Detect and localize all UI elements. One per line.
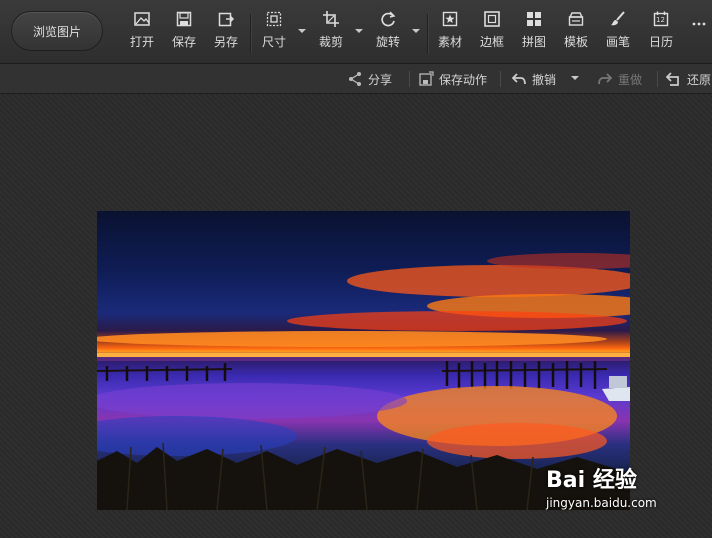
frame-label: 边框 — [479, 35, 504, 49]
brush-button[interactable]: 画笔 — [605, 10, 631, 56]
crop-label: 裁剪 — [318, 35, 343, 49]
open-label: 打开 — [129, 35, 154, 49]
material-label: 素材 — [437, 35, 462, 49]
calendar-button[interactable]: 12 日历 — [648, 10, 674, 56]
share-label: 分享 — [368, 72, 393, 87]
baidu-jingyan-watermark: Bai 经验 jingyan.baidu.com — [546, 462, 657, 510]
toolbar-divider — [427, 14, 429, 54]
watermark-url: jingyan.baidu.com — [546, 496, 657, 510]
save-action-button[interactable]: 保存动作 — [418, 70, 487, 88]
crop-dropdown-arrow[interactable] — [355, 29, 363, 33]
collage-button[interactable]: 拼图 — [521, 10, 547, 56]
open-button[interactable]: 打开 — [129, 10, 155, 56]
resize-icon — [265, 10, 283, 28]
save-as-icon — [217, 10, 235, 28]
watermark-logo: Bai 经验 — [546, 468, 637, 493]
restore-icon — [666, 72, 679, 86]
save-button[interactable]: 保存 — [171, 10, 197, 56]
rotate-label: 旋转 — [375, 35, 400, 49]
material-button[interactable]: 素材 — [437, 10, 463, 56]
redo-button[interactable]: 重做 — [597, 70, 642, 88]
image-workspace[interactable]: Bai 经验 jingyan.baidu.com — [0, 94, 712, 538]
brush-icon — [609, 10, 627, 28]
resize-dropdown-arrow[interactable] — [298, 29, 306, 33]
template-button[interactable]: 模板 — [563, 10, 589, 56]
resize-button[interactable]: 尺寸 — [261, 10, 287, 56]
collage-label: 拼图 — [521, 35, 546, 49]
action-divider — [500, 71, 501, 87]
calendar-icon: 12 — [652, 10, 670, 28]
crop-button[interactable]: 裁剪 — [318, 10, 344, 56]
template-icon — [567, 10, 585, 28]
restore-button[interactable]: 还原 — [666, 70, 711, 88]
save-action-label: 保存动作 — [439, 72, 488, 87]
frame-button[interactable]: 边框 — [479, 10, 505, 56]
undo-dropdown-arrow[interactable] — [571, 76, 579, 80]
more-dots-icon[interactable] — [692, 12, 708, 26]
save-label: 保存 — [171, 35, 196, 49]
rotate-icon — [379, 10, 397, 28]
redo-label: 重做 — [618, 72, 643, 87]
toolbar-divider — [250, 14, 252, 54]
main-toolbar: 浏览图片 打开 保存 另存 尺寸 裁剪 旋转 素材 边框 拼图 模板 画笔 12… — [0, 0, 712, 64]
action-divider — [657, 71, 658, 87]
rotate-button[interactable]: 旋转 — [375, 10, 401, 56]
template-label: 模板 — [563, 35, 588, 49]
action-divider — [409, 71, 410, 87]
save-disk-icon — [175, 10, 193, 28]
share-button[interactable]: 分享 — [347, 70, 392, 88]
save-action-icon — [419, 71, 434, 86]
frame-icon — [483, 10, 501, 28]
calendar-day-number: 12 — [656, 16, 665, 24]
restore-label: 还原 — [687, 72, 712, 87]
redo-icon — [598, 73, 613, 85]
star-material-icon — [441, 10, 459, 28]
browse-images-button[interactable]: 浏览图片 — [11, 11, 103, 51]
save-as-button[interactable]: 另存 — [213, 10, 239, 56]
rotate-dropdown-arrow[interactable] — [412, 29, 420, 33]
undo-label: 撤销 — [532, 72, 557, 87]
puzzle-grid-icon — [525, 10, 543, 28]
resize-label: 尺寸 — [261, 35, 286, 49]
action-bar: 分享 保存动作 撤销 重做 还原 — [0, 64, 712, 94]
share-icon — [349, 72, 361, 86]
crop-icon — [322, 10, 340, 28]
calendar-label: 日历 — [648, 35, 673, 49]
save-as-label: 另存 — [213, 35, 238, 49]
undo-button[interactable]: 撤销 — [511, 70, 556, 88]
open-image-icon — [133, 10, 151, 28]
undo-icon — [511, 73, 526, 85]
brush-label: 画笔 — [605, 35, 630, 49]
